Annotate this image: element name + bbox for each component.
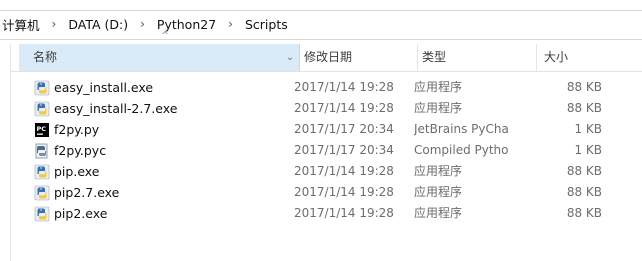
file-type: 应用程序 (414, 185, 463, 199)
file-type: 应用程序 (414, 80, 463, 94)
svg-text:PC: PC (37, 125, 47, 133)
file-name: pip2.7.exe (54, 185, 120, 200)
file-type: JetBrains PyChar... (414, 122, 509, 136)
file-type: 应用程序 (414, 101, 463, 115)
python-exe-icon (34, 164, 50, 180)
file-size: 88 KB (566, 101, 602, 115)
file-modified-date: 2017/1/14 19:28 (294, 206, 394, 220)
column-header-type[interactable]: 类型 (418, 44, 537, 71)
breadcrumb-separator-icon[interactable]: › (42, 17, 67, 31)
file-row[interactable]: pip2.exe 2017/1/14 19:28 应用程序 88 KB (10, 203, 642, 224)
column-header-size-label: 大小 (544, 50, 569, 64)
file-type: Compiled Pytho... (414, 143, 509, 157)
file-modified-date: 2017/1/14 19:28 (294, 80, 394, 94)
address-bar[interactable]: 计算机 › DATA (D:) › Python27 › Scripts (0, 0, 642, 40)
file-modified-date: 2017/1/14 19:28 (294, 101, 394, 115)
file-name: easy_install-2.7.exe (54, 101, 178, 116)
file-type: 应用程序 (414, 164, 463, 178)
file-list: easy_install.exe 2017/1/14 19:28 应用程序 88 KB… (10, 77, 642, 224)
file-modified-date: 2017/1/14 19:28 (294, 185, 394, 199)
breadcrumb-separator-icon[interactable]: › (218, 17, 243, 31)
python-exe-icon (34, 80, 50, 96)
column-header-name[interactable]: ^ 名称 ⌄ (19, 31, 300, 71)
file-row[interactable]: pip2.7.exe 2017/1/14 19:28 应用程序 88 KB (10, 182, 642, 203)
breadcrumb-separator-icon[interactable]: › (130, 17, 155, 31)
column-header-type-label: 类型 (422, 50, 447, 64)
python-compiled-icon (34, 143, 50, 159)
breadcrumb-python27[interactable]: Python27 (155, 17, 218, 32)
file-type: 应用程序 (414, 206, 463, 220)
file-size: 88 KB (566, 80, 602, 94)
pycharm-file-icon: PC (34, 122, 50, 138)
column-header-date[interactable]: 修改日期 (300, 44, 418, 71)
file-size: 88 KB (566, 164, 602, 178)
file-size: 88 KB (566, 206, 602, 220)
file-modified-date: 2017/1/14 19:28 (294, 164, 394, 178)
file-modified-date: 2017/1/17 20:34 (294, 122, 394, 136)
file-row[interactable]: f2py.pyc 2017/1/17 20:34 Compiled Pytho...… (10, 140, 642, 161)
file-size: 88 KB (566, 185, 602, 199)
file-name: f2py.pyc (54, 143, 107, 158)
file-row[interactable]: pip.exe 2017/1/14 19:28 应用程序 88 KB (10, 161, 642, 182)
python-exe-icon (34, 206, 50, 222)
breadcrumb-drive[interactable]: DATA (D:) (66, 17, 130, 32)
file-name: pip.exe (54, 164, 100, 179)
breadcrumb-computer[interactable]: 计算机 (0, 15, 42, 34)
file-size: 1 KB (574, 122, 602, 136)
file-row[interactable]: easy_install.exe 2017/1/14 19:28 应用程序 88 KB (10, 77, 642, 98)
file-row[interactable]: easy_install-2.7.exe 2017/1/14 19:28 应用程序 8… (10, 98, 642, 119)
file-name: easy_install.exe (54, 80, 154, 95)
file-size: 1 KB (574, 143, 602, 157)
file-modified-date: 2017/1/17 20:34 (294, 143, 394, 157)
breadcrumb-scripts[interactable]: Scripts (243, 17, 290, 32)
python-exe-icon (34, 101, 50, 117)
chevron-down-icon[interactable]: ⌄ (284, 44, 296, 71)
column-header-size[interactable]: 大小 (537, 44, 642, 71)
column-header-name-label: 名称 (33, 50, 58, 64)
file-name: pip2.exe (54, 206, 108, 221)
breadcrumb: 计算机 › DATA (D:) › Python27 › Scripts (0, 14, 290, 34)
file-row[interactable]: PC f2py.py 2017/1/17 20:34 JetBrains PyChar… (10, 119, 642, 140)
column-header-row: ^ 名称 ⌄ 修改日期 类型 大小 (10, 31, 642, 72)
python-exe-icon (34, 185, 50, 201)
file-name: f2py.py (54, 122, 100, 137)
column-header-date-label: 修改日期 (304, 50, 353, 64)
sort-ascending-icon: ^ (161, 31, 169, 41)
